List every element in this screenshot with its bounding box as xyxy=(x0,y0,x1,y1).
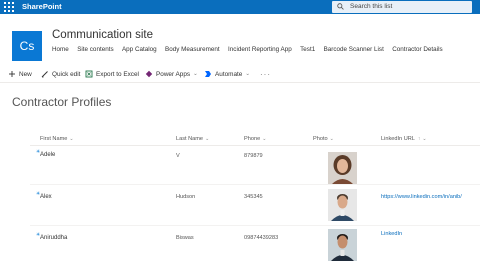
photo-thumbnail[interactable] xyxy=(328,189,357,221)
chevron-down-icon: ⌄ xyxy=(69,136,74,142)
automate-icon xyxy=(205,71,211,77)
first-name-cell[interactable]: ✳ Adele xyxy=(36,149,56,158)
phone-cell: 09874439283 xyxy=(244,235,279,241)
column-header-first-name[interactable]: First Name ⌄ xyxy=(40,136,74,142)
quick-edit-button[interactable]: Quick edit xyxy=(41,68,80,80)
power-apps-label: Power Apps xyxy=(156,70,191,78)
first-name-cell[interactable]: ✳ Alex xyxy=(36,191,52,200)
phone-cell: 879879 xyxy=(244,153,263,159)
nav-test1[interactable]: Test1 xyxy=(300,45,315,55)
nav-body-measurement[interactable]: Body Measurement xyxy=(165,45,220,55)
first-name-text: Adele xyxy=(40,152,56,158)
new-item-icon: ✳ xyxy=(36,191,41,197)
app-launcher-icon[interactable] xyxy=(3,1,15,13)
search-input[interactable]: Search this list xyxy=(332,1,472,13)
header-divider xyxy=(30,145,480,146)
chevron-down-icon: ⌄ xyxy=(193,71,198,77)
nav-barcode-scanner-list[interactable]: Barcode Scanner List xyxy=(324,45,384,55)
chevron-down-icon: ⌄ xyxy=(262,136,267,142)
site-logo[interactable]: Cs xyxy=(12,31,42,61)
nav-home[interactable]: Home xyxy=(52,45,69,55)
first-name-text: Alex xyxy=(40,194,52,200)
power-apps-menu[interactable]: Power Apps ⌄ xyxy=(145,68,198,80)
column-label: Last Name xyxy=(176,136,204,142)
chevron-down-icon: ⌄ xyxy=(245,71,250,77)
command-bar: New Quick edit Export to Excel Power App… xyxy=(0,65,480,83)
photo-thumbnail[interactable] xyxy=(328,152,357,184)
site-header: Cs Communication site Home Site contents… xyxy=(0,14,480,64)
sharepoint-brand-link[interactable]: SharePoint xyxy=(22,1,62,13)
new-label: New xyxy=(19,70,32,78)
new-item-icon: ✳ xyxy=(36,149,41,155)
chevron-down-icon: ⌄ xyxy=(329,136,334,142)
site-title[interactable]: Communication site xyxy=(52,29,153,41)
site-navigation: Home Site contents App Catalog Body Meas… xyxy=(52,45,443,55)
automate-menu[interactable]: Automate ⌄ xyxy=(204,68,250,80)
column-header-photo[interactable]: Photo ⌄ xyxy=(313,136,334,142)
plus-icon xyxy=(9,71,15,77)
column-label: LinkedIn URL xyxy=(381,136,415,142)
quick-edit-label: Quick edit xyxy=(52,70,81,78)
export-to-excel-button[interactable]: Export to Excel xyxy=(85,68,139,80)
last-name-cell: Hudson xyxy=(176,194,196,200)
new-item-icon: ✳ xyxy=(36,232,41,238)
search-placeholder: Search this list xyxy=(350,3,393,10)
column-label: Phone xyxy=(244,136,261,142)
sort-ascending-icon: ↑ xyxy=(417,136,421,142)
nav-contractor-details[interactable]: Contractor Details xyxy=(392,45,442,55)
nav-site-contents[interactable]: Site contents xyxy=(77,45,113,55)
linkedin-url-link[interactable]: LinkedIn xyxy=(381,231,402,237)
quick-edit-icon xyxy=(41,71,48,78)
chevron-down-icon: ⌄ xyxy=(422,136,427,142)
column-header-last-name[interactable]: Last Name ⌄ xyxy=(176,136,209,142)
suite-bar: SharePoint Search this list xyxy=(0,0,480,14)
row-divider xyxy=(30,225,480,226)
last-name-cell: Biswas xyxy=(176,235,194,241)
phone-cell: 345345 xyxy=(244,194,263,200)
list-title: Contractor Profiles xyxy=(12,95,112,109)
column-label: First Name xyxy=(40,136,68,142)
chevron-down-icon: ⌄ xyxy=(205,136,210,142)
linkedin-url-link[interactable]: https://www.linkedin.com/in/anib/ xyxy=(381,194,462,200)
photo-thumbnail[interactable] xyxy=(328,229,357,261)
nav-incident-reporting-app[interactable]: Incident Reporting App xyxy=(228,45,292,55)
first-name-text: Aniruddha xyxy=(40,235,68,241)
column-header-phone[interactable]: Phone ⌄ xyxy=(244,136,266,142)
first-name-cell[interactable]: ✳ Aniruddha xyxy=(36,232,68,241)
last-name-cell: V xyxy=(176,153,180,159)
column-header-linkedin-url[interactable]: LinkedIn URL ↑ ⌄ xyxy=(381,136,427,142)
search-icon xyxy=(337,3,344,10)
more-icon: ··· xyxy=(260,69,271,79)
automate-label: Automate xyxy=(215,70,243,78)
nav-app-catalog[interactable]: App Catalog xyxy=(122,45,157,55)
new-button[interactable]: New xyxy=(8,68,32,80)
more-commands-button[interactable]: ··· xyxy=(260,68,271,80)
row-divider xyxy=(30,184,480,185)
column-label: Photo xyxy=(313,136,328,142)
export-label: Export to Excel xyxy=(96,70,139,78)
excel-icon xyxy=(85,70,93,78)
power-apps-icon xyxy=(145,70,153,78)
